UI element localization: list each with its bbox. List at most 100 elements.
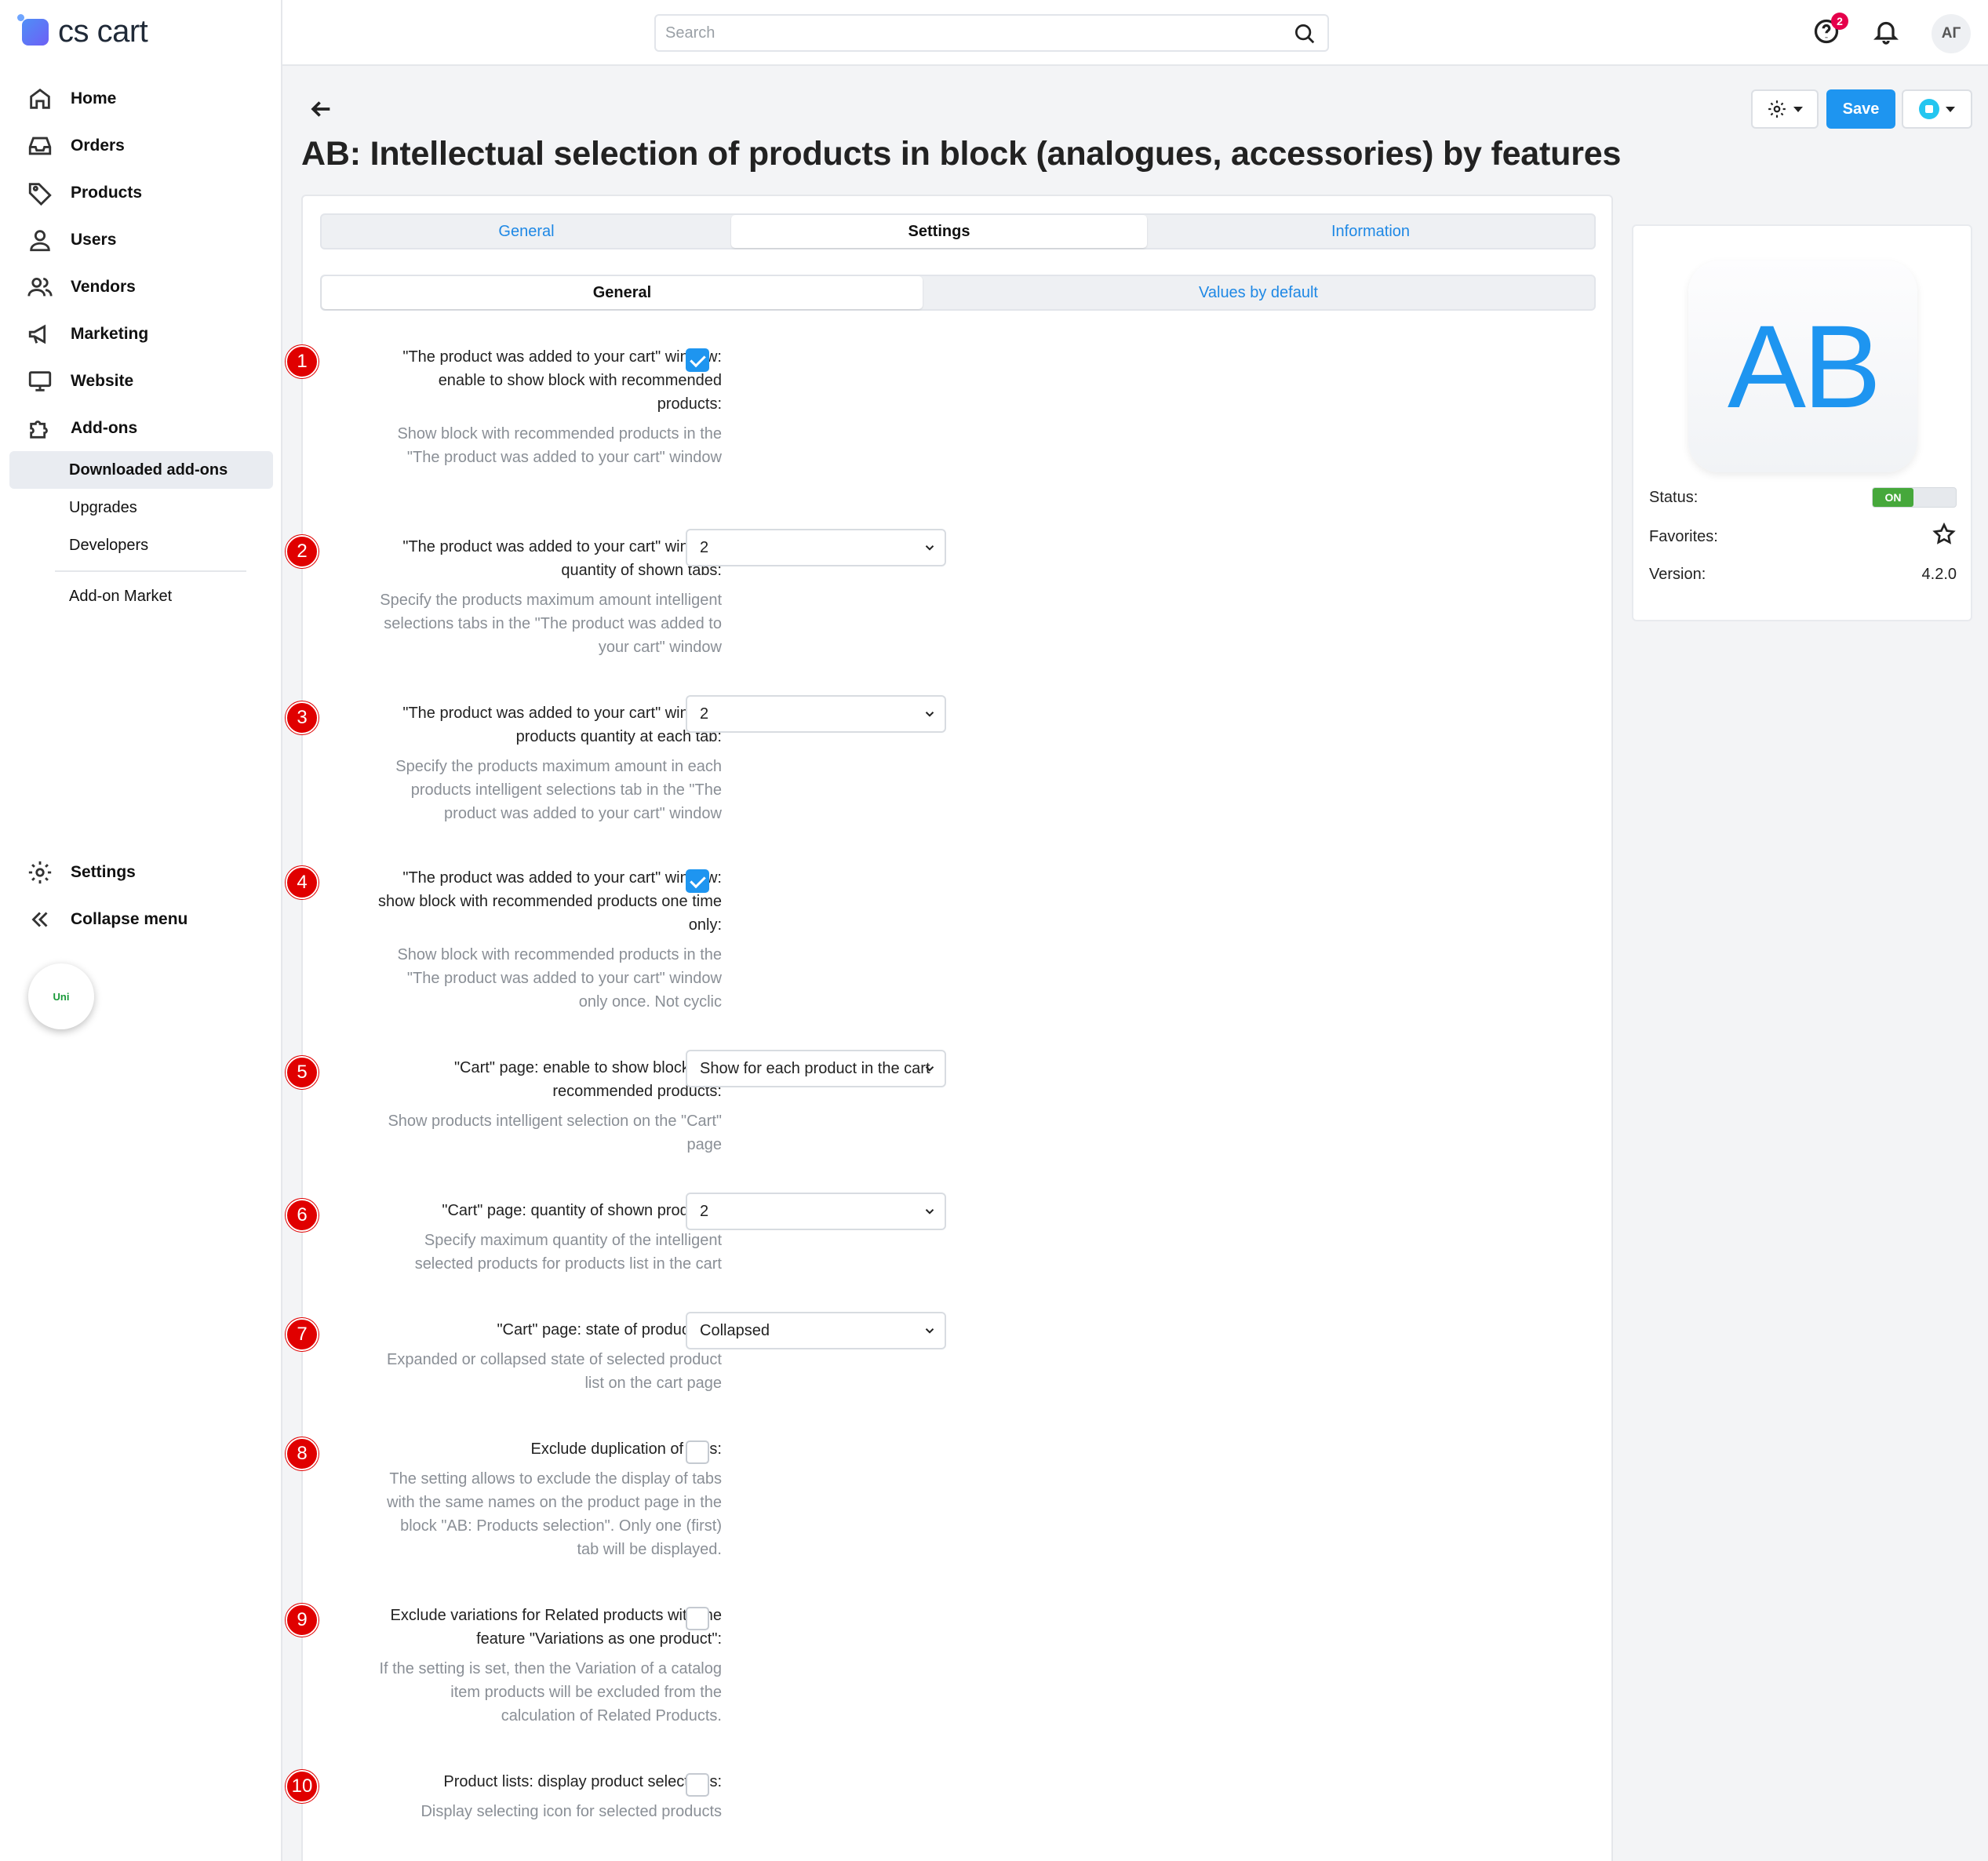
favorites-row: Favorites: [1649, 522, 1957, 552]
inbox-icon [27, 133, 53, 159]
setting-select[interactable]: 2 [686, 1193, 946, 1230]
setting-select[interactable]: 2 [686, 695, 946, 733]
caret-down-icon [1793, 106, 1803, 112]
setting-description: Expanded or collapsed state of selected … [387, 1351, 722, 1392]
favorites-label: Favorites: [1649, 527, 1718, 545]
setting-checkbox[interactable] [686, 1773, 709, 1797]
sidebar-item-home[interactable]: Home [0, 75, 282, 122]
page-title: AB: Intellectual selection of products i… [301, 135, 1622, 173]
marker-number: 1 [286, 345, 319, 378]
sidebar-subitem-upgrades[interactable]: Upgrades [9, 489, 273, 526]
sidebar-item-vendors[interactable]: Vendors [0, 264, 282, 311]
setting-label: "Cart" page: enable to show block with r… [453, 1059, 722, 1100]
tab-general[interactable]: General [322, 215, 731, 248]
setting-label: Product lists: display product selection… [443, 1773, 722, 1790]
monitor-icon [27, 368, 53, 395]
collapse-menu-button[interactable]: Collapse menu [0, 896, 282, 943]
star-icon[interactable] [1932, 522, 1957, 552]
sidebar-item-orders[interactable]: Orders [0, 122, 282, 169]
sidebar-item-label: Home [71, 89, 117, 107]
status-on-label: ON [1873, 488, 1913, 507]
setting-checkbox[interactable] [686, 869, 709, 893]
notifications-button[interactable] [1872, 17, 1903, 49]
setting-label: Exclude variations for Related products … [390, 1607, 722, 1648]
status-row: Status: ON [1649, 483, 1957, 512]
setting-description: Specify the products maximum amount in e… [395, 758, 722, 822]
marker-number: 4 [286, 866, 319, 899]
sidebar-item-products[interactable]: Products [0, 169, 282, 217]
brand-name: cs cart [58, 14, 148, 49]
sidebar-item-label: Users [71, 231, 117, 249]
puzzle-icon [27, 415, 53, 442]
main-tabs: General Settings Information [320, 213, 1596, 249]
addon-logo: AB [1688, 260, 1917, 472]
search-input[interactable] [656, 16, 1283, 50]
sidebar-item-marketing[interactable]: Marketing [0, 311, 282, 358]
gear-icon [27, 859, 53, 886]
marker-number: 8 [286, 1437, 319, 1470]
marker-number: 10 [286, 1770, 319, 1803]
setting-select[interactable]: Show for each product in the cart [686, 1050, 946, 1087]
version-label: Version: [1649, 565, 1706, 583]
setting-checkbox[interactable] [686, 1607, 709, 1630]
setting-description: Specify the products maximum amount inte… [380, 592, 722, 656]
setting-label: "The product was added to your cart" win… [402, 705, 722, 745]
uni-chat-bubble[interactable]: Uni [28, 963, 94, 1029]
back-button[interactable] [308, 96, 334, 122]
top-bar: 2 АГ [282, 0, 1988, 66]
sidebar-subitem-downloaded-addons[interactable]: Downloaded add-ons [9, 451, 273, 489]
status-toggle[interactable]: ON [1872, 487, 1957, 508]
select-value: 2 [700, 705, 709, 723]
sidebar-subitem-addon-market[interactable]: Add-on Market [9, 577, 273, 615]
subtab-general[interactable]: General [322, 276, 923, 309]
megaphone-icon [27, 321, 53, 348]
sidebar-subitem-developers[interactable]: Developers [9, 526, 273, 564]
marker-number: 6 [286, 1199, 319, 1232]
save-button[interactable]: Save [1826, 89, 1895, 129]
addon-info-card: AB Status: ON Favorites: Version: 4.2.0 [1632, 224, 1972, 621]
marker-number: 9 [286, 1604, 319, 1637]
version-row: Version: 4.2.0 [1649, 560, 1957, 588]
marker-number: 5 [286, 1056, 319, 1089]
setting-checkbox[interactable] [686, 1440, 709, 1464]
setting-description: Display selecting icon for selected prod… [421, 1803, 722, 1820]
marker-number: 2 [286, 535, 319, 568]
setting-description: Show block with recommended products in … [397, 425, 722, 466]
setting-select[interactable]: 2 [686, 529, 946, 566]
settings-dropdown-button[interactable] [1751, 89, 1819, 129]
sidebar-item-website[interactable]: Website [0, 358, 282, 405]
tag-icon [27, 180, 53, 206]
user-icon [27, 227, 53, 253]
chevron-down-icon [923, 1324, 937, 1338]
subtab-values-by-default[interactable]: Values by default [923, 276, 1594, 309]
setting-checkbox[interactable] [686, 348, 709, 372]
setting-label: "The product was added to your cart" win… [402, 348, 722, 413]
tab-settings[interactable]: Settings [731, 215, 1147, 248]
sidebar: cs cart Home Orders Products Users Vendo… [0, 0, 282, 1861]
setting-label: "The product was added to your cart" win… [402, 538, 722, 579]
status-label: Status: [1649, 488, 1699, 506]
sidebar-item-users[interactable]: Users [0, 217, 282, 264]
help-button[interactable]: 2 [1812, 13, 1848, 49]
cs-cart-logo[interactable]: cs cart [17, 13, 148, 49]
search-box [654, 14, 1329, 52]
search-icon[interactable] [1293, 22, 1316, 46]
user-avatar[interactable]: АГ [1932, 14, 1971, 53]
chevron-down-icon [923, 707, 937, 721]
uni-label: Uni [53, 990, 70, 1003]
setting-select[interactable]: Collapsed [686, 1312, 946, 1349]
marker-number: 3 [286, 701, 319, 734]
sidebar-item-addons[interactable]: Add-ons [0, 405, 282, 452]
sidebar-item-label: Settings [71, 863, 136, 881]
marker-number: 7 [286, 1318, 319, 1351]
storefront-dropdown-button[interactable] [1902, 89, 1972, 129]
tab-information[interactable]: Information [1147, 215, 1594, 248]
setting-label: Exclude duplication of tabs: [530, 1440, 723, 1458]
setting-label: "The product was added to your cart" win… [378, 869, 722, 934]
sidebar-item-label: Vendors [71, 278, 136, 296]
home-icon [27, 86, 53, 112]
setting-label: "Cart" page: quantity of shown products: [442, 1202, 722, 1219]
setting-description: Show block with recommended products in … [397, 946, 722, 1011]
sidebar-item-label: Website [71, 372, 134, 390]
sidebar-item-settings[interactable]: Settings [0, 849, 282, 896]
